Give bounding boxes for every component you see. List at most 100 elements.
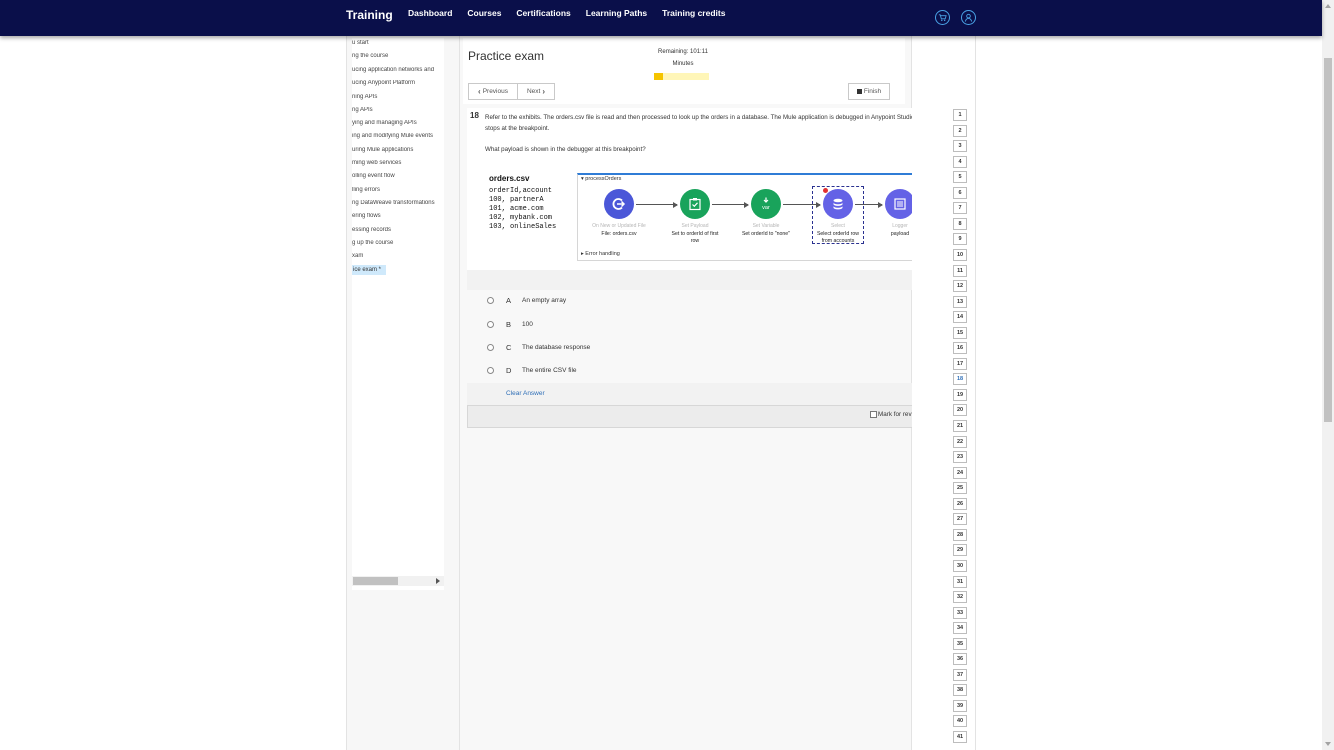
page-scrollbar-thumb[interactable] (1324, 58, 1332, 422)
brand-logo[interactable]: Training (346, 8, 393, 22)
question-nav-button[interactable]: 14 (953, 311, 967, 324)
question-nav-button[interactable]: 27 (953, 513, 967, 526)
radio-button[interactable] (487, 343, 494, 351)
question-nav-button[interactable]: 39 (953, 699, 967, 712)
question-nav-button[interactable]: 8 (953, 217, 967, 230)
outline-item[interactable]: ng APIs (352, 107, 444, 113)
question-nav-button[interactable]: 30 (953, 559, 967, 572)
question-nav-button[interactable]: 38 (953, 684, 967, 697)
outline-item[interactable]: olling event flow (352, 173, 444, 179)
outline-item[interactable]: u start (352, 40, 444, 46)
question-nav-button[interactable]: 12 (953, 280, 967, 293)
scroll-right-icon[interactable] (436, 578, 440, 584)
question-nav-button[interactable]: 36 (953, 653, 967, 666)
user-profile-icon[interactable] (961, 10, 976, 25)
mark-for-review-checkbox[interactable] (870, 411, 877, 418)
main-nav-links: Dashboard Courses Certifications Learnin… (408, 8, 725, 18)
outline-item[interactable]: xam (352, 253, 444, 259)
answer-option-c[interactable]: C The database response (485, 340, 590, 354)
question-nav-button[interactable]: 28 (953, 528, 967, 541)
question-nav-button[interactable]: 5 (953, 171, 967, 184)
question-nav-button[interactable]: 15 (953, 326, 967, 339)
question-nav-button[interactable]: 6 (953, 186, 967, 199)
question-nav-button[interactable]: 2 (953, 124, 967, 137)
answer-option-a[interactable]: A An empty array (485, 293, 566, 307)
question-nav-button[interactable]: 1 (953, 109, 967, 121)
scroll-down-icon[interactable] (1325, 742, 1331, 746)
outline-item[interactable]: ning APIs (352, 94, 444, 100)
outline-item[interactable]: ing and modifying Mule events (352, 133, 444, 139)
question-nav-button[interactable]: 17 (953, 357, 967, 370)
page-scrollbar[interactable] (1322, 0, 1334, 750)
question-nav-button[interactable]: 18 (953, 373, 967, 386)
flow-exhibit (577, 173, 926, 261)
outline-item[interactable]: ering flows (352, 213, 444, 219)
cart-icon[interactable] (935, 10, 950, 25)
question-nav-button[interactable]: 4 (953, 155, 967, 168)
scroll-up-icon[interactable] (1325, 4, 1331, 8)
question-nav-button[interactable]: 32 (953, 591, 967, 604)
question-nav-button[interactable]: 26 (953, 497, 967, 510)
question-nav-button[interactable]: 23 (953, 451, 967, 464)
question-nav-button[interactable]: 21 (953, 420, 967, 432)
question-nav-button[interactable]: 41 (953, 731, 967, 743)
finish-button[interactable]: Finish (848, 83, 890, 100)
question-nav-button[interactable]: 19 (953, 388, 967, 401)
outline-item-active[interactable]: ice exam * (352, 265, 386, 275)
question-nav-button[interactable]: 29 (953, 544, 967, 557)
clear-answer-link[interactable]: Clear Answer (506, 390, 545, 397)
file-listener-node-icon (604, 189, 634, 219)
question-nav-button[interactable]: 7 (953, 202, 967, 215)
outline-item[interactable]: g up the course (352, 240, 444, 246)
breakpoint-icon (823, 188, 828, 193)
question-nav-button[interactable]: 13 (953, 295, 967, 308)
outline-item[interactable]: ying and managing APIs (352, 120, 444, 126)
answer-option-d[interactable]: D The entire CSV file (485, 363, 577, 377)
question-nav-button[interactable]: 3 (953, 140, 967, 153)
node-caption: Set orderId to "none" (741, 231, 791, 237)
question-nav-button[interactable]: 9 (953, 233, 967, 246)
nav-training-credits[interactable]: Training credits (662, 8, 725, 18)
nav-certifications[interactable]: Certifications (516, 8, 570, 18)
outline-item[interactable]: ucing application networks and (352, 67, 444, 73)
outline-item[interactable]: lling errors (352, 187, 444, 193)
question-nav-button[interactable]: 25 (953, 482, 967, 495)
flow-name: ▾ processOrders (581, 176, 622, 182)
question-nav-button[interactable]: 37 (953, 668, 967, 681)
question-nav-button[interactable]: 11 (953, 264, 967, 277)
outline-item[interactable]: ming web services (352, 160, 444, 166)
next-button[interactable]: Next › (517, 83, 555, 100)
outline-item[interactable]: ucing Anypoint Platform (352, 80, 444, 86)
outline-horizontal-scrollbar[interactable] (352, 576, 444, 586)
stop-square-icon (856, 89, 862, 94)
node-caption: Select orderId row from accounts (816, 231, 860, 244)
question-nav-button[interactable]: 40 (953, 715, 967, 728)
question-nav-button[interactable]: 33 (953, 606, 967, 619)
question-nav-button[interactable]: 35 (953, 637, 967, 650)
nav-dashboard[interactable]: Dashboard (408, 8, 452, 18)
radio-button[interactable] (487, 366, 494, 374)
radio-button[interactable] (487, 320, 494, 328)
question-nav-button[interactable]: 20 (953, 404, 967, 417)
question-text: Refer to the exhibits. The orders.csv fi… (485, 114, 927, 132)
outline-item[interactable]: ng the course (352, 53, 444, 59)
flow-arrow (712, 201, 749, 208)
outline-scrollbar-thumb[interactable] (353, 577, 398, 585)
question-nav-button[interactable]: 24 (953, 466, 967, 479)
outline-item[interactable]: uring Mule applications (352, 147, 444, 153)
nav-learning-paths[interactable]: Learning Paths (586, 8, 647, 18)
question-nav-button[interactable]: 34 (953, 622, 967, 635)
outline-item[interactable]: essing records (352, 227, 444, 233)
outline-item[interactable]: ng DataWeave transformations (352, 200, 444, 206)
question-nav-button[interactable]: 22 (953, 435, 967, 448)
radio-button[interactable] (487, 296, 494, 304)
previous-button[interactable]: ‹ Previous (468, 83, 518, 100)
question-nav-button[interactable]: 16 (953, 342, 967, 355)
chevron-left-icon: ‹ (478, 87, 481, 96)
csv-title: orders.csv (489, 174, 530, 183)
nav-courses[interactable]: Courses (467, 8, 501, 18)
answer-option-b[interactable]: B 100 (485, 317, 533, 331)
time-unit: Minutes (672, 61, 694, 67)
question-nav-button[interactable]: 31 (953, 575, 967, 588)
question-nav-button[interactable]: 10 (953, 248, 967, 261)
